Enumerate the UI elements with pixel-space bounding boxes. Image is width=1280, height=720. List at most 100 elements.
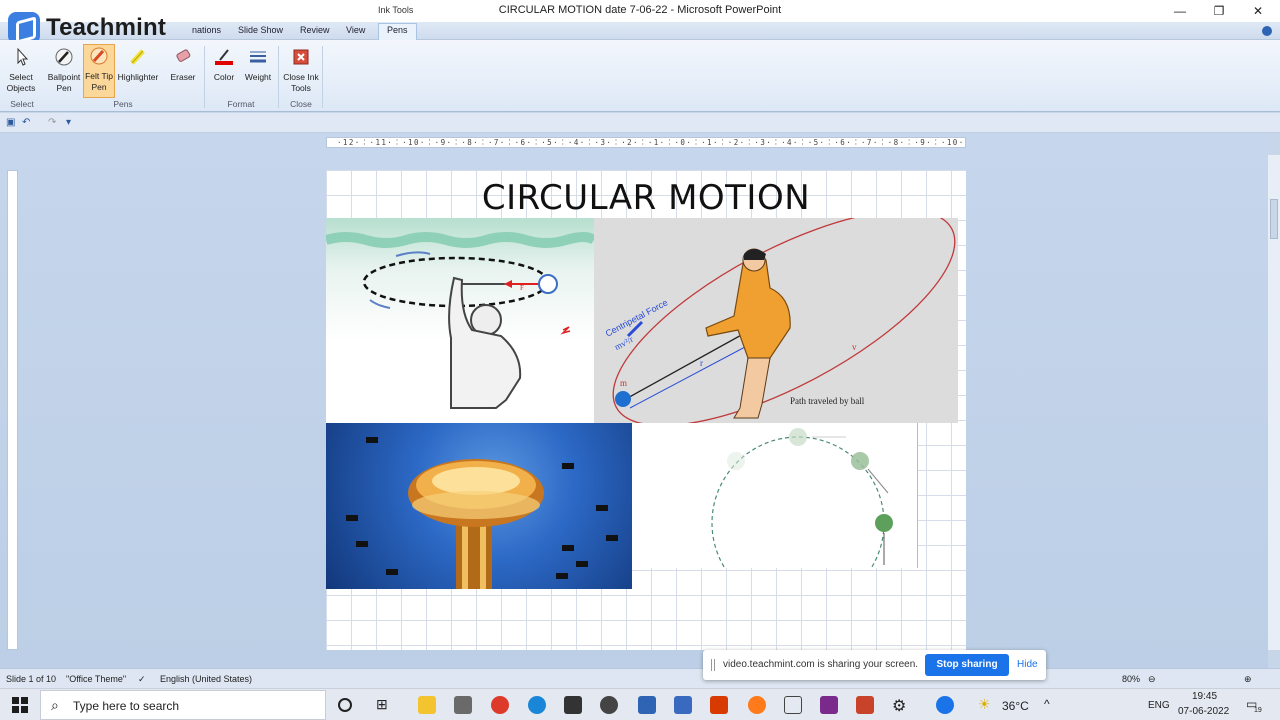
felt-tip-pen-label: Felt Tip Pen [85,71,113,92]
save-icon[interactable]: ▣ [6,117,15,128]
close-ink-tools-label: Close Ink Tools [283,72,319,93]
share-message: video.teachmint.com is sharing your scre… [723,659,919,670]
highlighter-label: Highlighter [117,72,159,82]
ballpoint-pen-button[interactable]: Ballpoint Pen [46,46,82,94]
ballpoint-pen-icon [53,46,75,68]
group-label-format: Format [227,99,255,109]
spellcheck-icon[interactable]: ✓ [138,674,146,685]
velocity-vector-diagram[interactable] [632,423,918,568]
vertical-scrollbar[interactable] [1268,155,1280,650]
help-circle-icon[interactable] [936,696,954,714]
select-objects-label: Select Objects [6,72,36,93]
group-separator [322,46,323,108]
eraser-icon [172,46,194,68]
slide-title[interactable]: CIRCULAR MOTION [326,178,966,218]
group-label-pens: Pens [113,99,133,109]
group-label-close: Close [290,99,312,109]
minimize-button[interactable]: — [1166,2,1194,20]
tab-view[interactable]: View [346,25,365,35]
language-status: English (United States) [160,674,253,684]
drag-handle-icon[interactable] [711,659,715,671]
eraser-button[interactable]: Eraser [166,46,200,83]
color-button[interactable]: Color [208,46,240,83]
help-icon[interactable] [1262,26,1272,36]
office-icon[interactable] [710,696,728,714]
notification-count: 19 [1254,707,1262,714]
edge-icon[interactable] [528,696,546,714]
hammer-thrower-illustration[interactable]: Centripetal Force mv²/r m r v Path trave… [594,218,958,423]
camera-icon[interactable] [454,696,472,714]
file-explorer-icon[interactable] [418,696,436,714]
swinging-ball-drawing [326,232,594,409]
title-bar: Ink Tools CIRCULAR MOTION date 7-06-22 -… [0,0,1280,22]
taskbar: ⌕ Type here to search ⊞ ⚙ ☀ 36°C ^ ENG 1… [0,688,1280,720]
hide-banner-link[interactable]: Hide [1017,659,1038,670]
zoom-in-icon[interactable]: ⊕ [1244,674,1252,685]
tray-expand-icon[interactable]: ^ [1044,697,1050,711]
onenote-icon[interactable] [820,696,838,714]
felt-tip-pen-icon [88,45,110,67]
cursor-arrow-icon [10,46,32,68]
swing-carousel-photo[interactable] [326,423,632,589]
tab-review[interactable]: Review [300,25,330,35]
hammer-thrower-drawing [612,218,956,423]
felt-tip-pen-button[interactable]: Felt Tip Pen [83,44,115,98]
swing-carousel-drawing [346,437,618,589]
zoom-level[interactable]: 80% [1122,674,1140,684]
velocity-label: v [852,342,857,352]
quick-access-toolbar: ▣ ↶ ↷ ▾ [0,113,1280,133]
word-icon[interactable] [674,696,692,714]
outlook-icon[interactable] [638,696,656,714]
customize-qat-icon[interactable]: ▾ [66,117,71,128]
clock-time[interactable]: 19:45 [1192,691,1217,702]
chrome-icon[interactable] [491,696,509,714]
pen-color-icon [213,46,235,68]
search-icon: ⌕ [51,697,59,713]
highlighter-button[interactable]: Highlighter [116,46,160,83]
weather-icon[interactable]: ☀ [978,696,996,714]
task-view-icon[interactable]: ⊞ [376,696,394,714]
close-ink-tools-button[interactable]: Close Ink Tools [282,46,320,94]
keyboard-language[interactable]: ENG [1148,700,1170,711]
scroll-thumb[interactable] [1270,199,1278,239]
settings-gear-icon[interactable]: ⚙ [892,696,910,715]
firefox-icon[interactable] [748,696,766,714]
color-label: Color [213,72,235,82]
eraser-label: Eraser [170,72,196,82]
taskbar-search[interactable]: ⌕ Type here to search [40,690,326,720]
undo-icon[interactable]: ↶ [22,117,30,128]
path-label: Path traveled by ball [790,396,865,406]
game-app-icon[interactable] [564,696,582,714]
close-button[interactable]: ✕ [1244,2,1272,20]
slide-counter: Slide 1 of 10 [6,674,57,684]
redo-icon[interactable]: ↷ [48,117,56,128]
weight-label: Weight [244,72,272,82]
ribbon: Select Objects Ballpoint Pen Felt Tip Pe… [0,40,1280,112]
zoom-out-icon[interactable]: ⊖ [1148,674,1156,685]
search-placeholder: Type here to search [73,699,180,713]
velocity-circle-drawing [711,428,893,568]
media-player-icon[interactable] [600,696,618,714]
slide-canvas[interactable]: CIRCULAR MOTION F Centripetal Force mv²/… [326,170,966,650]
select-objects-button[interactable]: Select Objects [4,46,38,94]
vertical-ruler [7,170,18,650]
ballpoint-pen-label: Ballpoint Pen [47,72,81,93]
clock-date[interactable]: 07-06-2022 [1178,706,1229,717]
cortana-icon[interactable] [338,698,352,712]
restore-button[interactable]: ❐ [1205,2,1233,20]
weight-button[interactable]: Weight [242,46,274,83]
stop-sharing-button[interactable]: Stop sharing [925,654,1009,676]
status-bar: Slide 1 of 10 "Office Theme" ✓ English (… [0,668,1280,688]
windows-start-icon[interactable] [11,696,29,714]
mass-label: m [620,378,628,388]
temperature[interactable]: 36°C [1002,699,1029,713]
group-separator [204,46,205,108]
chat-icon[interactable] [784,696,802,714]
tab-slide-show[interactable]: Slide Show [238,25,283,35]
tab-animations[interactable]: nations [192,25,221,35]
swinging-ball-illustration[interactable]: F [326,218,594,423]
ribbon-tabs: nations Slide Show Review View Pens [0,22,1280,40]
screen-share-banner: video.teachmint.com is sharing your scre… [703,650,1046,680]
powerpoint-icon[interactable] [856,696,874,714]
tab-pens[interactable]: Pens [378,23,417,40]
